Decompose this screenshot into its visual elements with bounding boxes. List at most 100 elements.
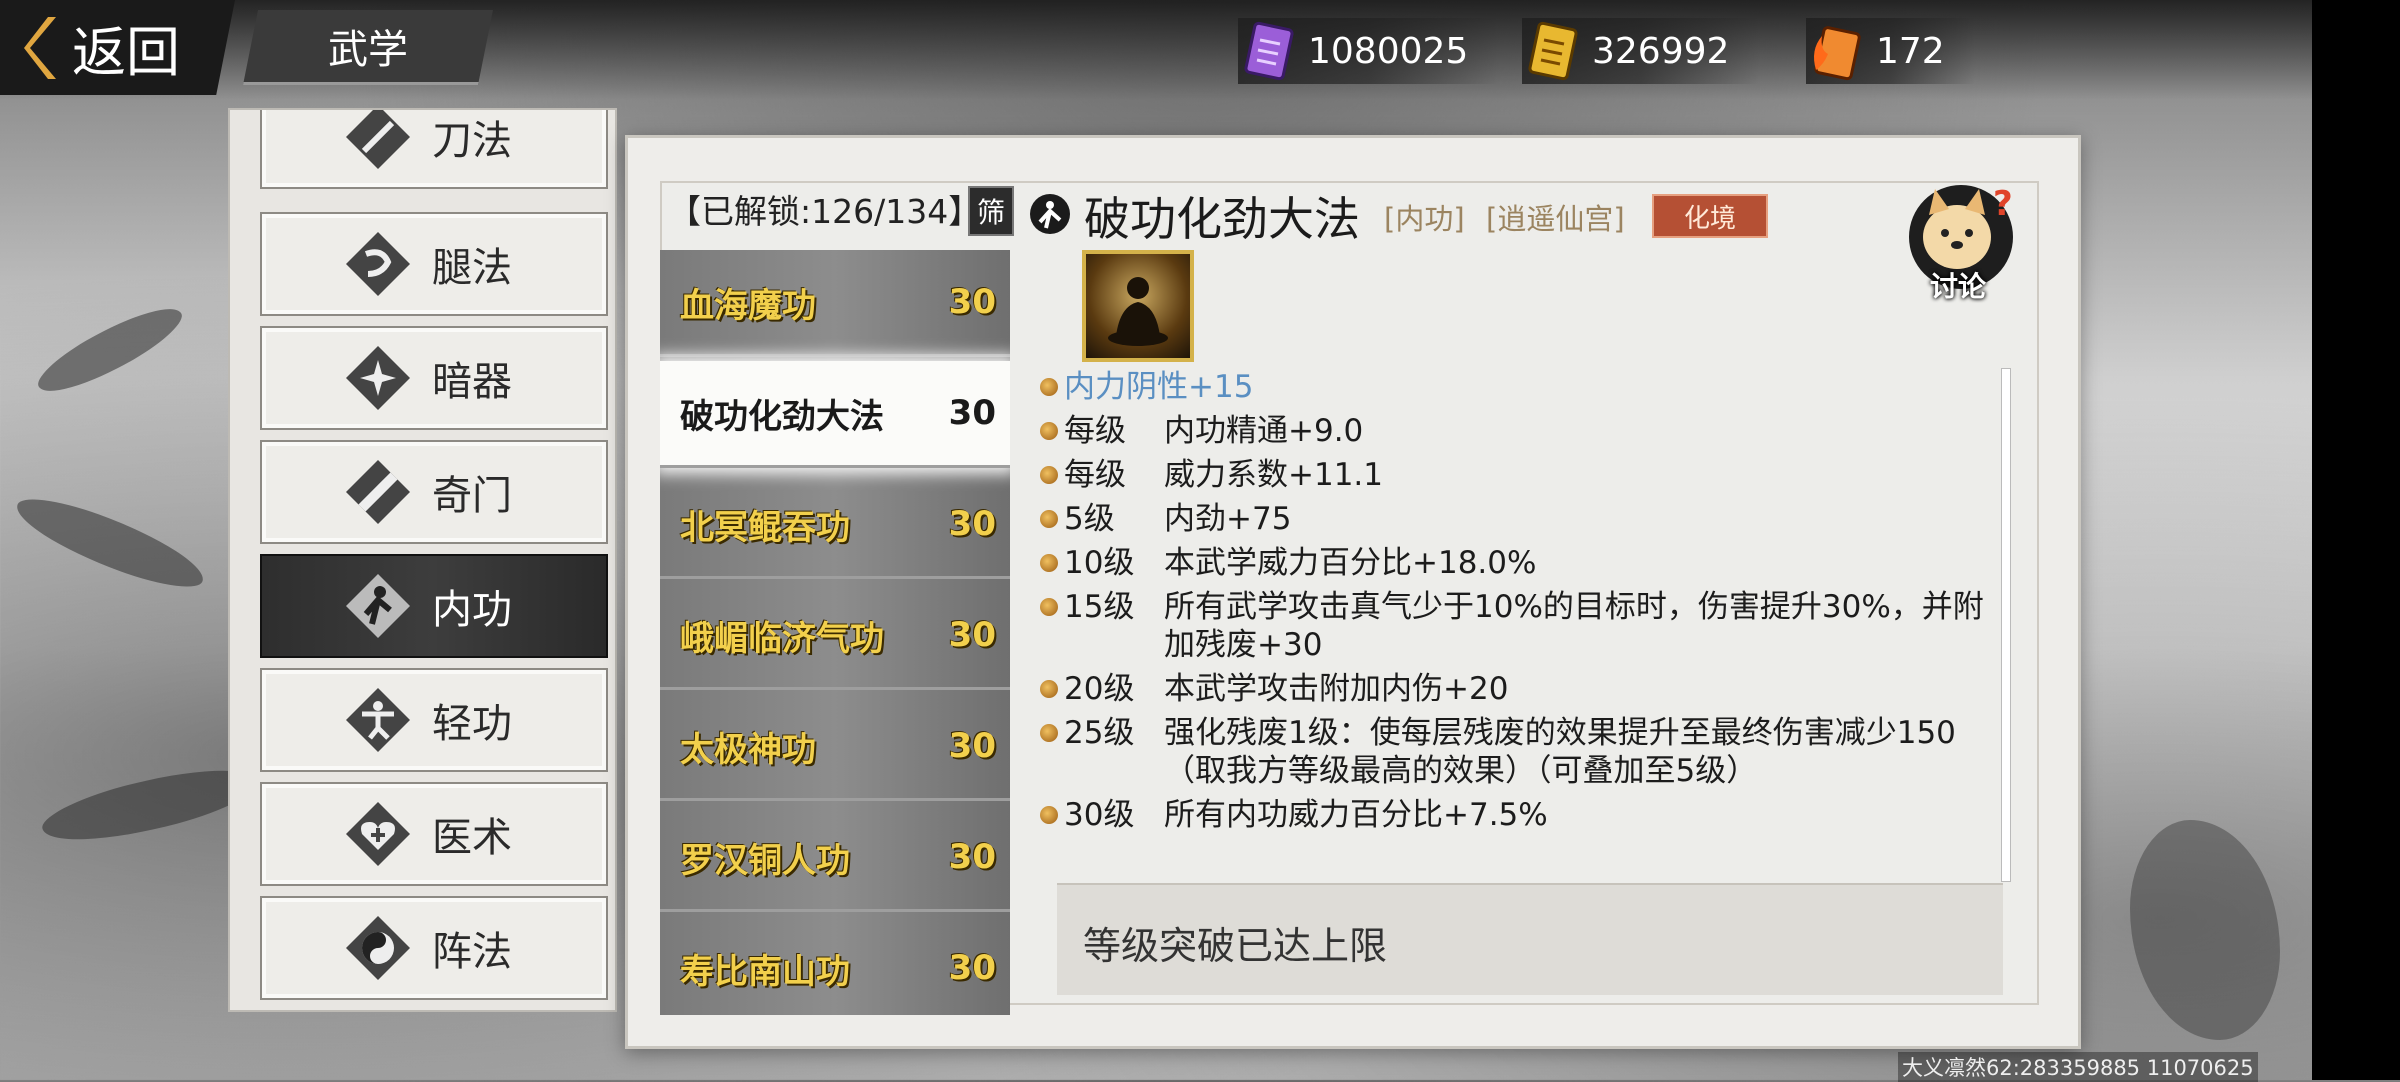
skill-list[interactable]: 血海魔功 30 破功化劲大法 30 北冥鲲吞功 30 峨嵋临济气功 30 太极神…: [660, 250, 1010, 1015]
flame-scroll-icon: [1814, 26, 1861, 81]
bullet-icon: [1040, 422, 1058, 440]
category-inner-power[interactable]: 内功: [260, 554, 608, 658]
category-medicine[interactable]: 医术: [260, 782, 608, 886]
skill-item[interactable]: 北冥鲲吞功 30: [660, 472, 1010, 579]
shuriken-icon: [346, 346, 410, 410]
effect-text: 内功精通+9.0: [1164, 413, 1364, 449]
skill-item[interactable]: 罗汉铜人功 30: [660, 805, 1010, 912]
effect-row: 10级 本武学威力百分比+18.0%: [1040, 544, 1990, 582]
effect-text: 内劲+75: [1164, 501, 1292, 537]
effect-level: 10级: [1064, 545, 1135, 581]
effect-text: 本武学攻击附加内伤+20: [1164, 671, 1509, 707]
effect-row-base: 内力阴性+15: [1040, 368, 1990, 406]
skill-name: 峨嵋临济气功: [680, 618, 884, 659]
purple-scroll-icon: [1244, 21, 1294, 81]
skill-level: 30: [948, 282, 996, 322]
bamboo-leaf-decoration: [8, 487, 212, 599]
currency-purple: 1080025: [1238, 18, 1499, 84]
effect-level: 每级: [1064, 413, 1126, 449]
filter-button-label: 筛: [976, 196, 1005, 229]
heart-cross-icon: [346, 802, 410, 866]
category-label: 医术: [432, 815, 512, 861]
effect-level: 每级: [1064, 457, 1126, 493]
category-label: 奇门: [432, 473, 512, 519]
bamboo-leaf-decoration: [37, 752, 263, 858]
bullet-icon: [1040, 466, 1058, 484]
breakthrough-status-text: 等级突破已达上限: [1083, 924, 1388, 968]
effects-list[interactable]: 内力阴性+15 每级 内功精通+9.0 每级 威力系数+11.1 5级 内劲+7…: [1040, 368, 1990, 840]
category-hidden-weapon[interactable]: 暗器: [260, 326, 608, 430]
currency-purple-value: 1080025: [1308, 30, 1469, 72]
skill-title: 破功化劲大法: [1084, 192, 1360, 246]
skill-level: 30: [948, 504, 996, 544]
category-kick[interactable]: 腿法: [260, 212, 608, 316]
bullet-icon: [1040, 680, 1058, 698]
category-formation[interactable]: 阵法: [260, 896, 608, 1000]
unlock-count: 【已解锁:126/134】: [668, 192, 982, 231]
effect-text: 所有内功威力百分比+7.5%: [1164, 797, 1548, 833]
effect-text: 内力阴性+15: [1064, 369, 1254, 405]
back-button[interactable]: 返回: [0, 0, 235, 95]
screen-edge-strip: [2312, 0, 2400, 1080]
category-label: 腿法: [432, 245, 512, 291]
bullet-icon: [1040, 598, 1058, 616]
effect-level: 25级: [1064, 715, 1135, 751]
gold-scroll-icon: [1528, 21, 1578, 81]
effects-scrollbar[interactable]: [2001, 368, 2011, 882]
kick-icon: [346, 232, 410, 296]
skill-level: 30: [948, 393, 996, 433]
skill-item[interactable]: 寿比南山功 30: [660, 916, 1010, 1015]
bullet-icon: [1040, 510, 1058, 528]
bullet-icon: [1040, 554, 1058, 572]
currency-gold: 326992: [1522, 18, 1760, 84]
bullet-icon: [1040, 378, 1058, 396]
currency-gold-value: 326992: [1592, 30, 1730, 72]
chevron-left-icon: [24, 16, 56, 79]
effect-row: 每级 威力系数+11.1: [1040, 456, 1990, 494]
category-blade[interactable]: 刀法: [260, 110, 608, 189]
bullet-icon: [1040, 806, 1058, 824]
category-label: 轻功: [432, 701, 512, 747]
leap-icon: [346, 688, 410, 752]
skill-item[interactable]: 太极神功 30: [660, 694, 1010, 801]
skill-name: 北冥鲲吞功: [680, 507, 850, 548]
bamboo-leaf-decoration: [30, 292, 190, 408]
effect-text: 威力系数+11.1: [1164, 457, 1383, 493]
skill-level: 30: [948, 726, 996, 766]
martial-type-icon: [1030, 194, 1070, 234]
skill-item[interactable]: 峨嵋临济气功 30: [660, 583, 1010, 690]
skill-level: 30: [948, 948, 996, 988]
category-label: 刀法: [432, 118, 512, 164]
skill-item-selected[interactable]: 破功化劲大法 30: [660, 361, 1010, 468]
category-lightness[interactable]: 轻功: [260, 668, 608, 772]
effect-row: 5级 内劲+75: [1040, 500, 1990, 538]
effect-level: 30级: [1064, 797, 1135, 833]
skill-level: 30: [948, 615, 996, 655]
skill-item[interactable]: 血海魔功 30: [660, 250, 1010, 357]
effect-level: 5级: [1064, 501, 1115, 537]
filter-button[interactable]: 筛: [968, 186, 1014, 236]
skill-level: 30: [948, 837, 996, 877]
section-title-tab: 武学: [243, 10, 493, 85]
svg-text:?: ?: [1993, 184, 2013, 224]
skill-school-tag: [逍遥仙宫]: [1486, 202, 1625, 236]
effect-text: 所有武学攻击真气少于10%的目标时，伤害提升30%，并附加残废+30: [1164, 589, 1984, 663]
blade-icon: [346, 110, 410, 169]
yin-yang-icon: [346, 916, 410, 980]
section-title: 武学: [328, 27, 408, 73]
effect-level: 15级: [1064, 589, 1135, 625]
category-label: 暗器: [432, 359, 512, 405]
category-exotic[interactable]: 奇门: [260, 440, 608, 544]
effect-row: 15级 所有武学攻击真气少于10%的目标时，伤害提升30%，并附加残废+30: [1040, 588, 1990, 664]
skill-name: 太极神功: [680, 729, 816, 770]
category-label: 阵法: [432, 929, 512, 975]
currency-flame: 172: [1806, 18, 1975, 84]
effect-row: 每级 内功精通+9.0: [1040, 412, 1990, 450]
effect-level: 20级: [1064, 671, 1135, 707]
back-button-label: 返回: [72, 21, 180, 84]
category-column[interactable]: 刀法 腿法 暗器 奇门 内功 轻功 医术 阵法: [230, 110, 615, 1010]
realm-badge-label: 化境: [1683, 203, 1736, 234]
category-label: 内功: [432, 587, 512, 633]
skill-type-tag: [内功]: [1384, 202, 1465, 236]
meditating-figure-icon: [1108, 277, 1168, 346]
